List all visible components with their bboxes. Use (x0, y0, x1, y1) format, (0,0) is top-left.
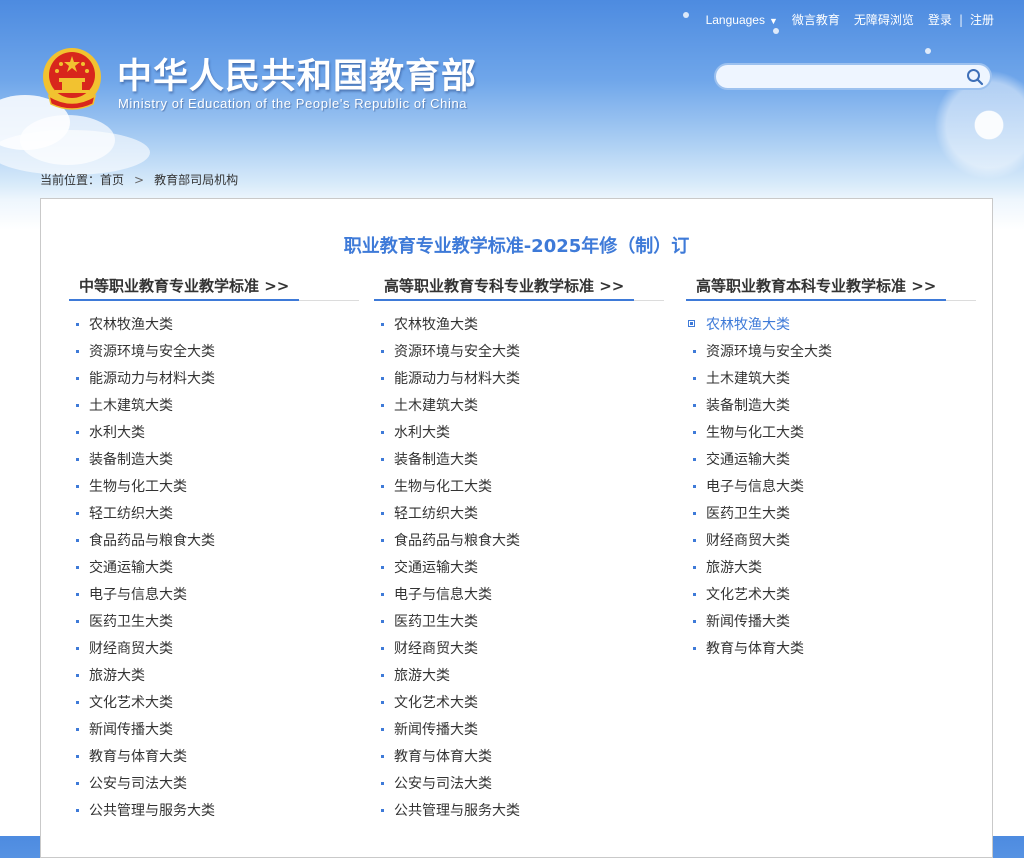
site-title: 中华人民共和国教育部 (117, 56, 478, 97)
category-link[interactable]: 食品药品与粮食大类 (374, 531, 664, 558)
page-title: 职业教育专业教学标准-2025年修（制）订 (343, 236, 690, 257)
category-link[interactable]: 装备制造大类 (374, 450, 664, 477)
category-link[interactable]: 教育与体育大类 (686, 639, 976, 666)
category-link[interactable]: 装备制造大类 (686, 396, 976, 423)
sparkle-decoration (925, 48, 931, 54)
accessible-browse-link[interactable]: 无障碍浏览 (854, 11, 914, 28)
column-higher-vocational-specialist: 高等职业教育专科专业教学标准 >> 农林牧渔大类 资源环境与安全大类 能源动力与材料… (374, 275, 664, 828)
register-link[interactable]: 注册 (970, 11, 994, 28)
category-link[interactable]: 文化艺术大类 (686, 585, 976, 612)
weiyan-link[interactable]: 微言教育 (792, 11, 840, 28)
category-link[interactable]: 教育与体育大类 (69, 747, 359, 774)
site-subtitle: Ministry of Education of the People's Re… (118, 96, 468, 111)
category-link[interactable]: 电子与信息大类 (686, 477, 976, 504)
column-header: 高等职业教育专科专业教学标准 >> (374, 275, 664, 301)
category-link[interactable]: 公共管理与服务大类 (69, 801, 359, 828)
category-link[interactable]: 土木建筑大类 (69, 396, 359, 423)
category-link[interactable]: 财经商贸大类 (69, 639, 359, 666)
category-list: 农林牧渔大类 资源环境与安全大类 能源动力与材料大类 土木建筑大类 水利大类 装备制造大类… (69, 315, 359, 828)
category-link[interactable]: 文化艺术大类 (69, 693, 359, 720)
column-heading-link[interactable]: 中等职业教育专业教学标准 >> (69, 275, 300, 301)
cloud-decoration (0, 130, 150, 175)
category-link[interactable]: 交通运输大类 (69, 558, 359, 585)
category-link[interactable]: 资源环境与安全大类 (686, 342, 976, 369)
category-link[interactable]: 新闻传播大类 (69, 720, 359, 747)
category-list: 农林牧渔大类 资源环境与安全大类 土木建筑大类 装备制造大类 生物与化工大类 交通运输大类… (686, 315, 976, 666)
top-nav: Languages ▼ 微言教育 无障碍浏览 登录 | 注册 (692, 11, 994, 28)
column-heading-link[interactable]: 高等职业教育本科专业教学标准 >> (686, 275, 947, 301)
breadcrumb-home-link[interactable]: 首页 (100, 173, 124, 187)
category-link[interactable]: 旅游大类 (686, 558, 976, 585)
category-link[interactable]: 公安与司法大类 (69, 774, 359, 801)
category-link[interactable]: 电子与信息大类 (374, 585, 664, 612)
breadcrumb-arrow: > (134, 173, 145, 187)
category-link[interactable]: 旅游大类 (69, 666, 359, 693)
category-link[interactable]: 生物与化工大类 (374, 477, 664, 504)
category-link[interactable]: 教育与体育大类 (374, 747, 664, 774)
category-link[interactable]: 新闻传播大类 (374, 720, 664, 747)
category-link[interactable]: 公共管理与服务大类 (374, 801, 664, 828)
category-link[interactable]: 轻工纺织大类 (69, 504, 359, 531)
category-link[interactable]: 文化艺术大类 (374, 693, 664, 720)
category-link[interactable]: 电子与信息大类 (69, 585, 359, 612)
breadcrumb-current-link[interactable]: 教育部司局机构 (154, 173, 238, 187)
column-heading-link[interactable]: 高等职业教育专科专业教学标准 >> (374, 275, 635, 301)
category-link[interactable]: 土木建筑大类 (374, 396, 664, 423)
category-link[interactable]: 财经商贸大类 (686, 531, 976, 558)
column-header: 中等职业教育专业教学标准 >> (69, 275, 359, 301)
category-link[interactable]: 农林牧渔大类 (374, 315, 664, 342)
column-header: 高等职业教育本科专业教学标准 >> (686, 275, 976, 301)
category-link[interactable]: 能源动力与材料大类 (69, 369, 359, 396)
category-link[interactable]: 水利大类 (69, 423, 359, 450)
category-link[interactable]: 农林牧渔大类 (69, 315, 359, 342)
category-link[interactable]: 农林牧渔大类 (686, 315, 976, 342)
search-icon[interactable] (966, 68, 984, 86)
category-link[interactable]: 医药卫生大类 (686, 504, 976, 531)
category-link[interactable]: 轻工纺织大类 (374, 504, 664, 531)
category-list: 农林牧渔大类 资源环境与安全大类 能源动力与材料大类 土木建筑大类 水利大类 装备制造大类… (374, 315, 664, 828)
category-link[interactable]: 水利大类 (374, 423, 664, 450)
languages-menu[interactable]: Languages ▼ (706, 13, 778, 27)
sparkle-decoration (773, 28, 779, 34)
category-link[interactable]: 医药卫生大类 (69, 612, 359, 639)
column-higher-vocational-bachelor: 高等职业教育本科专业教学标准 >> 农林牧渔大类 资源环境与安全大类 土木建筑大类装… (686, 275, 976, 666)
category-link[interactable]: 交通运输大类 (686, 450, 976, 477)
category-link[interactable]: 旅游大类 (374, 666, 664, 693)
national-emblem-icon (43, 48, 101, 110)
category-link[interactable]: 装备制造大类 (69, 450, 359, 477)
content-panel: 职业教育专业教学标准-2025年修（制）订 中等职业教育专业教学标准 >> 农林… (40, 198, 993, 858)
column-secondary-vocational: 中等职业教育专业教学标准 >> 农林牧渔大类 资源环境与安全大类 能源动力与材料大类… (69, 275, 359, 828)
category-link[interactable]: 交通运输大类 (374, 558, 664, 585)
category-link[interactable]: 生物与化工大类 (686, 423, 976, 450)
category-link[interactable]: 土木建筑大类 (686, 369, 976, 396)
chevron-down-icon: ▼ (768, 15, 778, 26)
login-link[interactable]: 登录 (928, 11, 952, 28)
search-input[interactable] (728, 65, 962, 90)
breadcrumb: 当前位置：首页 > 教育部司局机构 (40, 171, 238, 188)
nav-separator: | (958, 12, 963, 27)
category-link[interactable]: 食品药品与粮食大类 (69, 531, 359, 558)
category-link[interactable]: 财经商贸大类 (374, 639, 664, 666)
category-link[interactable]: 医药卫生大类 (374, 612, 664, 639)
breadcrumb-label: 当前位置： (40, 173, 101, 187)
sparkle-decoration (683, 12, 689, 18)
category-link[interactable]: 公安与司法大类 (374, 774, 664, 801)
category-link[interactable]: 新闻传播大类 (686, 612, 976, 639)
category-link[interactable]: 能源动力与材料大类 (374, 369, 664, 396)
category-link[interactable]: 生物与化工大类 (69, 477, 359, 504)
search-box (714, 63, 992, 90)
category-link[interactable]: 资源环境与安全大类 (374, 342, 664, 369)
languages-label: Languages (705, 12, 765, 27)
category-link[interactable]: 资源环境与安全大类 (69, 342, 359, 369)
